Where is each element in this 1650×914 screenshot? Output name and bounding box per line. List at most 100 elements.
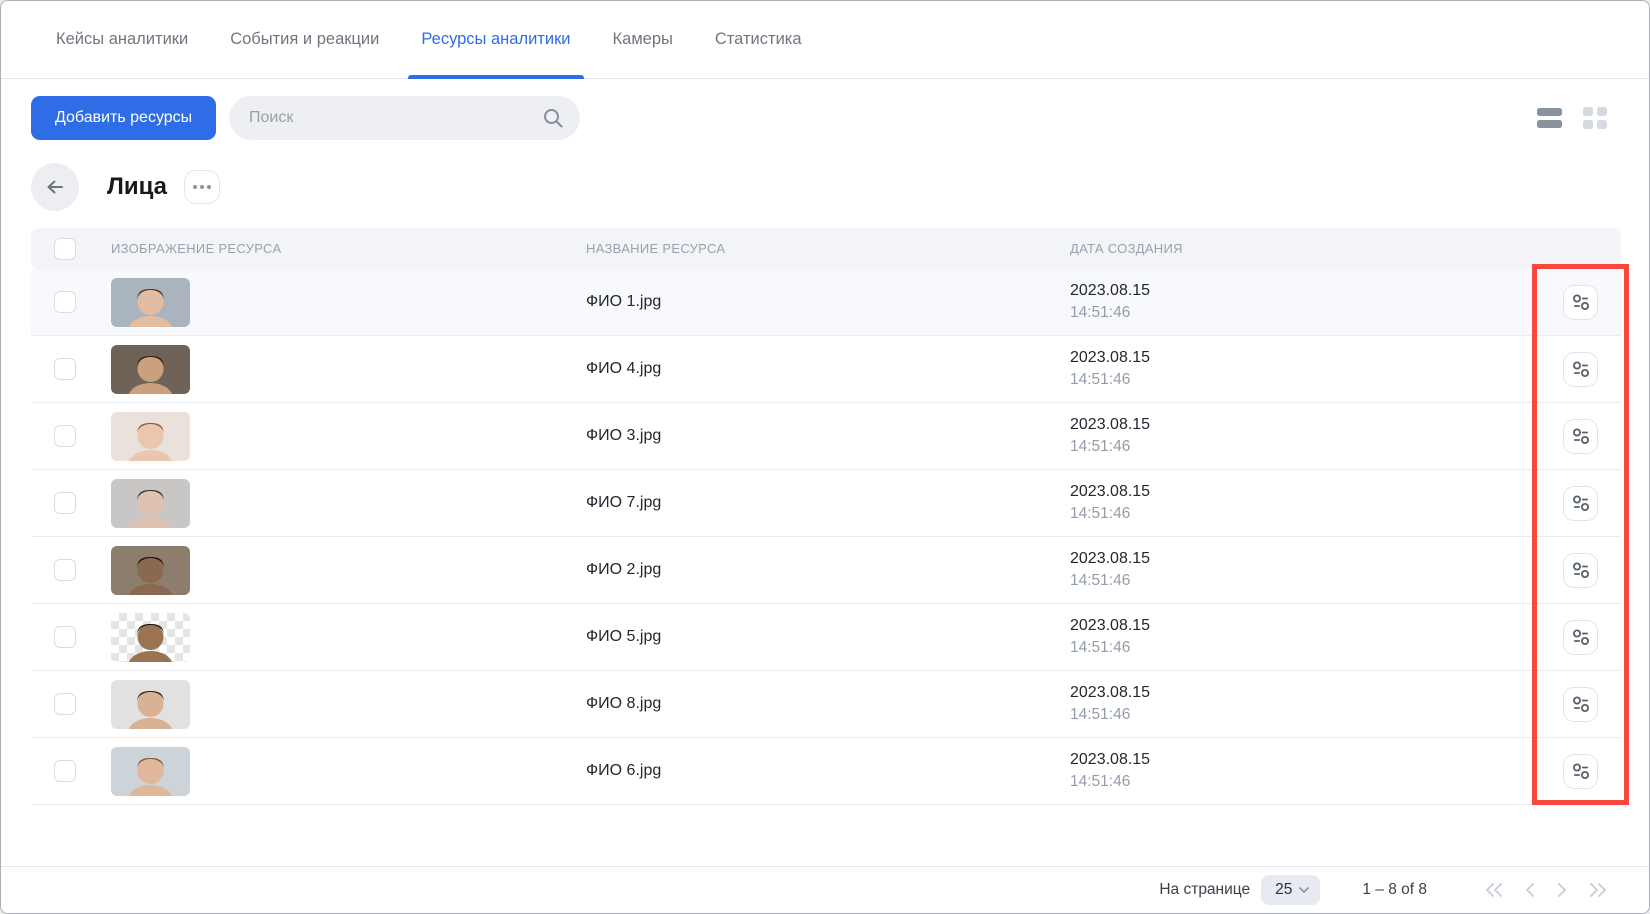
row-checkbox[interactable]: [54, 492, 76, 514]
last-page-button[interactable]: [1585, 879, 1611, 901]
search-input[interactable]: [229, 96, 580, 140]
created-time: 14:51:46: [1070, 704, 1563, 726]
ellipsis-icon: [193, 185, 197, 189]
table-body: ФИО 1.jpg 2023.08.15 14:51:46: [31, 269, 1621, 805]
sliders-settings-icon: [1570, 492, 1592, 514]
row-checkbox[interactable]: [54, 693, 76, 715]
face-thumbnail: [111, 680, 190, 729]
list-view-icon[interactable]: [1535, 106, 1564, 130]
toolbar: Добавить ресурсы: [1, 96, 1649, 140]
face-thumbnail: [111, 412, 190, 461]
row-checkbox[interactable]: [54, 358, 76, 380]
face-thumbnail: [111, 345, 190, 394]
created-time: 14:51:46: [1070, 637, 1563, 659]
row-settings-button[interactable]: [1563, 352, 1598, 387]
created-date: 2023.08.15: [1070, 480, 1563, 503]
tab[interactable]: Статистика: [715, 1, 802, 78]
face-thumbnail: [111, 747, 190, 796]
tab-label: Камеры: [613, 30, 673, 49]
table-row[interactable]: ФИО 1.jpg 2023.08.15 14:51:46: [31, 269, 1621, 336]
column-header-date: ДАТА СОЗДАНИЯ: [1070, 241, 1563, 256]
tab[interactable]: Ресурсы аналитики: [421, 1, 570, 78]
face-thumbnail: [111, 613, 190, 662]
row-checkbox[interactable]: [54, 626, 76, 648]
per-page-label: На странице: [1159, 881, 1250, 899]
prev-page-button[interactable]: [1521, 879, 1539, 901]
created-date: 2023.08.15: [1070, 748, 1563, 771]
created-time: 14:51:46: [1070, 570, 1563, 592]
created-time: 14:51:46: [1070, 369, 1563, 391]
first-page-icon: [1483, 881, 1505, 899]
tab-label: Кейсы аналитики: [56, 30, 188, 49]
table-row[interactable]: ФИО 5.jpg 2023.08.15 14:51:46: [31, 604, 1621, 671]
tab[interactable]: События и реакции: [230, 1, 379, 78]
created-date: 2023.08.15: [1070, 681, 1563, 704]
sliders-settings-icon: [1570, 626, 1592, 648]
next-page-icon: [1555, 881, 1569, 899]
table-row[interactable]: ФИО 6.jpg 2023.08.15 14:51:46: [31, 738, 1621, 805]
table-header-row: ИЗОБРАЖЕНИЕ РЕСУРСА НАЗВАНИЕ РЕСУРСА ДАТ…: [31, 228, 1621, 269]
table-row[interactable]: ФИО 8.jpg 2023.08.15 14:51:46: [31, 671, 1621, 738]
first-page-button[interactable]: [1481, 879, 1507, 901]
row-settings-button[interactable]: [1563, 285, 1598, 320]
range-label: 1 – 8 of 8: [1362, 881, 1427, 899]
created-date: 2023.08.15: [1070, 279, 1563, 302]
back-arrow-icon: [43, 175, 67, 199]
row-checkbox[interactable]: [54, 425, 76, 447]
app-window: Кейсы аналитики События и реакции Ресурс…: [0, 0, 1650, 914]
table-row[interactable]: ФИО 4.jpg 2023.08.15 14:51:46: [31, 336, 1621, 403]
more-actions-button[interactable]: [184, 170, 220, 204]
search-icon: [542, 107, 564, 129]
row-settings-button[interactable]: [1563, 687, 1598, 722]
resource-name: ФИО 4.jpg: [586, 360, 1070, 378]
sliders-settings-icon: [1570, 425, 1592, 447]
sliders-settings-icon: [1570, 693, 1592, 715]
row-checkbox[interactable]: [54, 760, 76, 782]
next-page-button[interactable]: [1553, 879, 1571, 901]
resource-name: ФИО 6.jpg: [586, 762, 1070, 780]
chevron-down-icon: [1298, 886, 1310, 894]
created-time: 14:51:46: [1070, 302, 1563, 324]
select-all-checkbox[interactable]: [54, 238, 76, 260]
back-button[interactable]: [31, 163, 79, 211]
row-settings-button[interactable]: [1563, 620, 1598, 655]
sliders-settings-icon: [1570, 559, 1592, 581]
face-thumbnail: [111, 479, 190, 528]
table-row[interactable]: ФИО 7.jpg 2023.08.15 14:51:46: [31, 470, 1621, 537]
created-date: 2023.08.15: [1070, 346, 1563, 369]
face-thumbnail: [111, 278, 190, 327]
resource-name: ФИО 3.jpg: [586, 427, 1070, 445]
row-checkbox[interactable]: [54, 559, 76, 581]
face-thumbnail: [111, 546, 190, 595]
tab-label: Статистика: [715, 30, 802, 49]
created-time: 14:51:46: [1070, 771, 1563, 793]
created-time: 14:51:46: [1070, 503, 1563, 525]
column-header-name: НАЗВАНИЕ РЕСУРСА: [586, 241, 1070, 256]
created-date: 2023.08.15: [1070, 547, 1563, 570]
search-box: [229, 96, 580, 140]
grid-view-icon[interactable]: [1581, 105, 1609, 131]
row-settings-button[interactable]: [1563, 754, 1598, 789]
resources-table: ИЗОБРАЖЕНИЕ РЕСУРСА НАЗВАНИЕ РЕСУРСА ДАТ…: [31, 228, 1621, 805]
created-date: 2023.08.15: [1070, 614, 1563, 637]
table-row[interactable]: ФИО 3.jpg 2023.08.15 14:51:46: [31, 403, 1621, 470]
page-header: Лица: [31, 161, 220, 213]
resource-name: ФИО 8.jpg: [586, 695, 1070, 713]
column-header-image: ИЗОБРАЖЕНИЕ РЕСУРСА: [111, 241, 586, 256]
row-settings-button[interactable]: [1563, 419, 1598, 454]
per-page-select[interactable]: 25: [1261, 875, 1320, 905]
resource-name: ФИО 5.jpg: [586, 628, 1070, 646]
pager-buttons: [1481, 879, 1611, 901]
add-resources-button[interactable]: Добавить ресурсы: [31, 96, 216, 140]
pagination-bar: На странице 25 1 – 8 of 8: [1, 866, 1649, 913]
last-page-icon: [1587, 881, 1609, 899]
tab-label: Ресурсы аналитики: [421, 30, 570, 49]
table-row[interactable]: ФИО 2.jpg 2023.08.15 14:51:46: [31, 537, 1621, 604]
tab[interactable]: Камеры: [613, 1, 673, 78]
sliders-settings-icon: [1570, 760, 1592, 782]
row-settings-button[interactable]: [1563, 486, 1598, 521]
row-checkbox[interactable]: [54, 291, 76, 313]
row-settings-button[interactable]: [1563, 553, 1598, 588]
tab[interactable]: Кейсы аналитики: [56, 1, 188, 78]
created-time: 14:51:46: [1070, 436, 1563, 458]
